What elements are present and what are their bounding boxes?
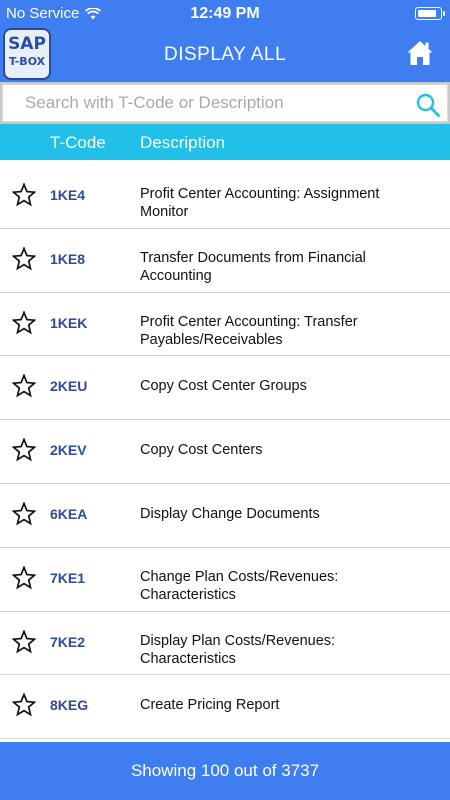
list-item[interactable]: 1KEK Profit Center Accounting: Transfer … [0,292,450,357]
description-label: Copy Cost Center Groups [140,378,307,395]
nav-bar: SAP T-BOX DISPLAY ALL [0,28,450,82]
list-item[interactable]: 1KE4 Profit Center Accounting: Assignmen… [0,165,450,229]
list-item[interactable]: 2KEU Copy Cost Center Groups [0,356,450,421]
search-box [2,84,448,122]
status-bar: No Service 12:49 PM [0,0,450,28]
column-tcode: T-Code [50,133,106,152]
description-label: Display Plan Costs/Revenues: Characteris… [140,632,336,667]
list-item[interactable]: 1KE8 Transfer Documents from Financial A… [0,228,450,293]
star-icon[interactable] [12,183,36,207]
description-label: Profit Center Accounting: Transfer Payab… [140,313,358,348]
star-icon[interactable] [12,501,36,526]
description-label: Transfer Documents from Financial Accoun… [140,249,366,284]
star-icon[interactable] [12,310,36,335]
list-item[interactable]: 8KEG Create Pricing Report [0,675,450,740]
search-input[interactable] [11,85,411,121]
status-time: 12:49 PM [190,5,260,22]
tcode-label: 1KE4 [50,187,86,203]
description-label: Change Plan Costs/Revenues: Characterist… [140,568,339,603]
tcode-label: 8KEG [50,697,89,714]
column-header: T-Code Description [0,124,450,160]
star-icon[interactable] [12,693,36,717]
tcode-label: 2KEU [50,378,88,395]
description-label: Copy Cost Centers [140,442,263,459]
tcode-list: 1KE4 Profit Center Accounting: Assignmen… [0,165,450,740]
description-label: Profit Center Accounting: Assignment Mon… [140,186,380,220]
star-icon[interactable] [12,438,36,462]
tcode-label: 7KE1 [50,569,86,586]
star-icon[interactable] [12,565,36,590]
star-icon[interactable] [12,374,36,398]
search-icon[interactable] [415,92,441,118]
star-icon[interactable] [12,246,36,271]
tcode-label: 1KE8 [50,250,86,267]
tcode-label: 2KEV [50,442,87,459]
home-icon[interactable] [406,39,434,67]
tcode-label: 7KE2 [50,633,86,650]
page-title: DISPLAY ALL [163,44,287,65]
list-item[interactable]: 6KEA Display Change Documents [0,483,450,548]
tcode-label: 1KEK [50,314,88,331]
results-footer: Showing 100 out of 3737 [0,742,450,800]
battery-level [418,10,436,17]
description-label: Create Pricing Report [140,697,280,714]
battery-icon [415,7,445,20]
description-label: Display Change Documents [140,505,320,522]
list-item[interactable]: 2KEV Copy Cost Centers [0,420,450,484]
star-icon[interactable] [12,629,36,654]
list-item[interactable]: 7KE1 Change Plan Costs/Revenues: Charact… [0,547,450,612]
tcode-label: 6KEA [50,505,88,522]
list-item[interactable]: 7KE2 Display Plan Costs/Revenues: Charac… [0,611,450,676]
column-description: Description [140,133,226,152]
search-bar [0,82,450,124]
